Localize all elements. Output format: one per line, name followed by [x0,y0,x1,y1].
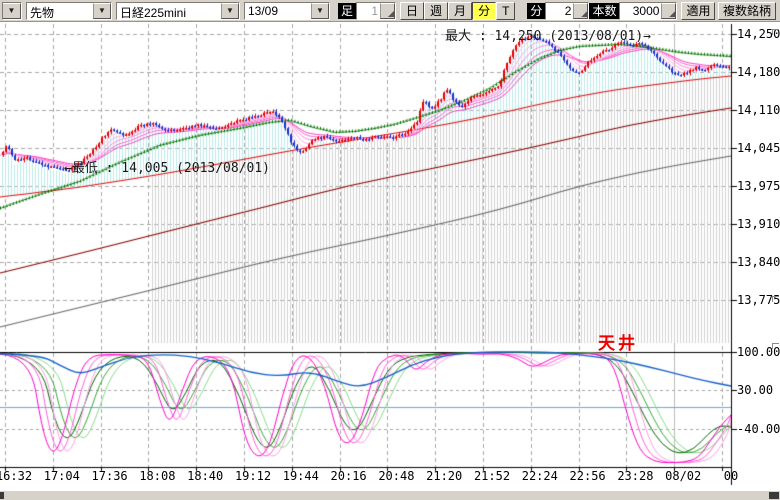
bar-count-value: 3000 [620,3,661,19]
interval-value: 1 [357,3,380,19]
contract-month-value: 13/09 [245,3,311,19]
time-axis-label: 19:12 [235,470,271,483]
bottom-strip [0,490,780,500]
period-week-button[interactable]: 週 [424,2,448,20]
time-axis-label: 16:32 [0,470,32,483]
price-chart-canvas[interactable] [0,22,780,490]
time-axis-label: 17:36 [92,470,128,483]
bar-count-chip: 本数 [589,3,619,19]
contract-month-select[interactable]: 13/09 ▼ [244,2,330,20]
instrument-type-value: 先物 [27,3,93,19]
minute-spinner[interactable]: 2 ◢ [545,2,589,20]
price-axis-label: 13,840 [737,256,780,269]
chevron-down-icon: ▼ [93,3,111,19]
price-axis-label: 13,910 [737,218,780,231]
time-axis-label: 00 [724,470,738,483]
time-axis-label: 19:44 [283,470,319,483]
instrument-type-select[interactable]: 先物 ▼ [26,2,112,20]
min-price-annotation: ←最低 : 14,005 (2013/08/01) [64,157,270,176]
time-axis-label: 23:28 [617,470,653,483]
resize-grip-icon[interactable] [769,492,779,499]
toolbar: ▼ 先物 ▼ 日経225mini ▼ 13/09 ▼ 足 1 ◢ 日 週 月 分… [0,0,780,22]
apply-button[interactable]: 適用 [681,2,715,20]
minute-chip: 分 [527,3,545,19]
time-axis-label: 20:48 [378,470,414,483]
max-price-annotation: 最大 : 14,250 (2013/08/01)→ [445,25,651,44]
price-axis-label: 14,180 [737,66,780,79]
time-axis-label: 21:20 [426,470,462,483]
time-axis-label: 22:24 [522,470,558,483]
right-edge-notch [772,29,779,35]
minute-value: 2 [546,3,573,19]
period-month-button[interactable]: 月 [448,2,472,20]
time-axis-label: 08/02 [665,470,701,483]
symbol-value: 日経225mini [117,3,221,19]
period-tick-button[interactable]: T [496,2,515,20]
resize-grip-icon[interactable] [0,492,4,499]
chevron-down-icon: ▼ [3,3,21,19]
right-edge-notch [772,296,779,302]
right-edge-notch [772,343,779,349]
bar-count-spinner[interactable]: 3000 ◢ [619,2,677,20]
spinner-grip-icon[interactable]: ◢ [661,3,676,19]
chevron-down-icon: ▼ [311,3,329,19]
spinner-grip-icon[interactable]: ◢ [573,3,588,19]
bar-type-chip: 足 [338,3,356,19]
time-axis-label: 20:16 [331,470,367,483]
oscillator-axis-label: 30.00 [737,384,773,397]
interval-spinner[interactable]: 1 ◢ [356,2,396,20]
symbol-select[interactable]: 日経225mini ▼ [116,2,240,20]
chart-area: 最大 : 14,250 (2013/08/01)→ ←最低 : 14,005 (… [0,22,780,490]
time-axis-label: 18:40 [187,470,223,483]
price-axis-label: 14,110 [737,104,780,117]
collapsed-combo[interactable]: ▼ [2,2,22,20]
time-axis-label: 22:56 [570,470,606,483]
ceiling-annotation: 天井 [598,329,638,354]
price-axis-label: 14,045 [737,142,780,155]
time-axis-label: 21:52 [474,470,510,483]
oscillator-axis-label: -40.00 [737,423,780,436]
period-day-button[interactable]: 日 [400,2,424,20]
spinner-grip-icon[interactable]: ◢ [380,3,395,19]
chart-window: ▼ 先物 ▼ 日経225mini ▼ 13/09 ▼ 足 1 ◢ 日 週 月 分… [0,0,780,500]
time-axis-label: 18:08 [139,470,175,483]
time-axis-label: 17:04 [44,470,80,483]
multi-symbol-button[interactable]: 複数銘柄 [718,2,776,20]
chevron-down-icon: ▼ [221,3,239,19]
price-axis-label: 13,975 [737,180,780,193]
period-minute-button[interactable]: 分 [472,2,496,20]
